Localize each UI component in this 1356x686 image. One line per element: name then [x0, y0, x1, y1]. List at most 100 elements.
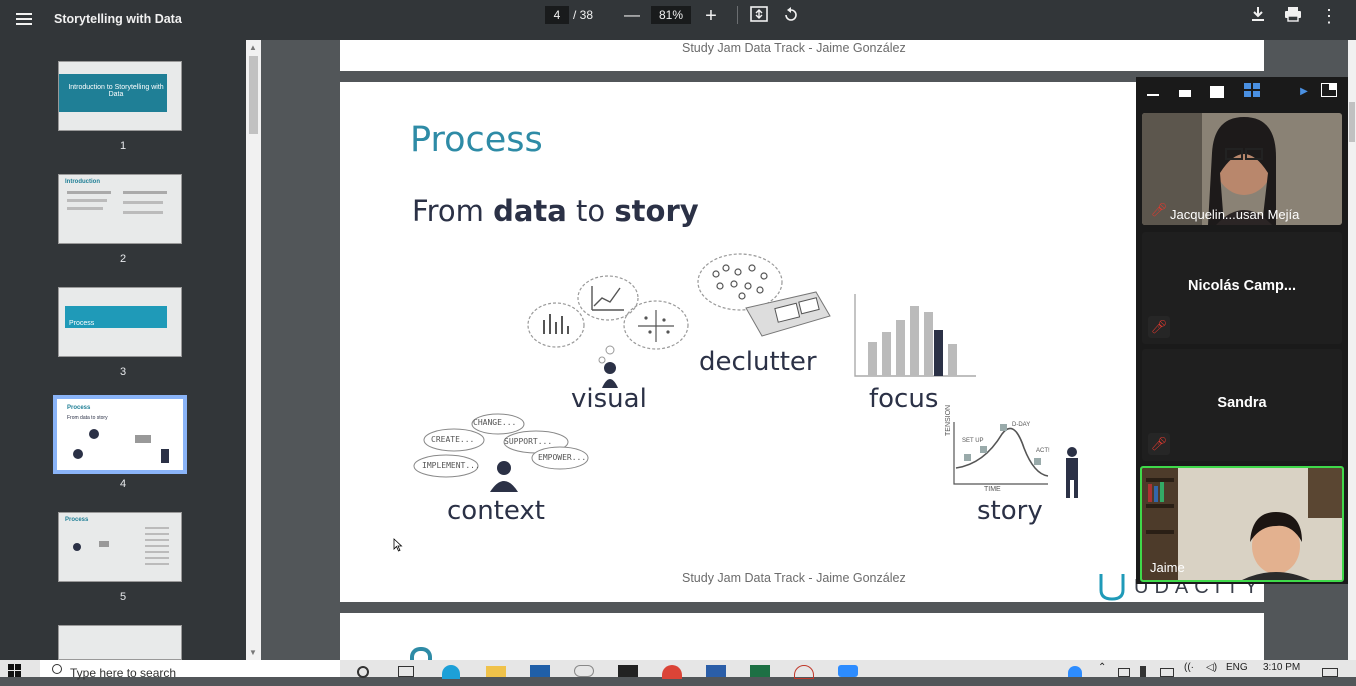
excel-icon[interactable] — [750, 665, 770, 677]
story-label: story — [977, 496, 1043, 526]
thumbnail-number: 5 — [119, 591, 127, 603]
page-total: / 38 — [573, 8, 594, 22]
volume-icon[interactable]: ◁) — [1206, 662, 1217, 673]
bubble-implement: IMPLEMENT... — [422, 461, 480, 470]
menu-icon[interactable] — [14, 10, 34, 30]
search-icon — [52, 664, 62, 674]
minimize-icon[interactable] — [1144, 83, 1162, 101]
cortana-icon[interactable] — [357, 666, 369, 678]
bubble-support: SUPPORT... — [504, 437, 553, 446]
gallery-view-icon[interactable] — [1242, 83, 1262, 101]
zoom-in-icon[interactable]: + — [699, 6, 723, 26]
mail-icon[interactable] — [530, 665, 550, 677]
thumbnail-page-5[interactable]: Process — [58, 512, 182, 582]
notifications-icon[interactable] — [1322, 668, 1338, 677]
pdf-page-3: Study Jam Data Track - Jaime González — [340, 40, 1264, 71]
thumbnail-page-6[interactable] — [58, 625, 182, 660]
dropbox-icon[interactable] — [574, 665, 594, 677]
sidebar-scrollbar[interactable]: ▲ ▼ — [246, 40, 261, 660]
thumbnail-page-1[interactable]: Introduction to Storytelling with Data — [58, 61, 182, 131]
video-call-panel: ▶ 🎤︎ Jacquelin...usan Mejía Nicolás Camp… — [1136, 77, 1348, 584]
participant-tile-3[interactable]: Sandra 🎤︎ — [1142, 349, 1342, 461]
pdf-toolbar: Storytelling with Data 4 / 38 — 81% + ⋮ — [0, 0, 1356, 40]
thumbnail-page-4[interactable]: Process From data to story — [53, 395, 187, 474]
language-indicator[interactable]: ENG — [1226, 662, 1248, 673]
rotate-icon[interactable] — [779, 6, 803, 26]
speaker-view-icon[interactable] — [1208, 83, 1226, 101]
fit-page-icon[interactable] — [747, 6, 771, 26]
tray-display-icon[interactable] — [1160, 668, 1174, 677]
thumbnail-number: 4 — [119, 478, 127, 490]
participant-tile-1[interactable]: 🎤︎ Jacquelin...usan Mejía — [1142, 113, 1342, 225]
zoom-app-icon[interactable] — [838, 665, 858, 677]
participant-tile-4-active-speaker[interactable]: Jaime — [1140, 466, 1344, 582]
participant-name: Sandra — [1217, 395, 1267, 411]
zoom-out-icon[interactable]: — — [620, 6, 644, 26]
print-icon[interactable] — [1281, 6, 1305, 26]
muted-mic-icon: 🎤︎ — [1148, 316, 1170, 338]
next-page-icon[interactable]: ▶ — [1296, 83, 1312, 101]
file-explorer-icon[interactable] — [486, 666, 506, 677]
participant-name: Jaime — [1150, 560, 1185, 575]
app-icon[interactable] — [706, 665, 726, 677]
thumbnail-number: 2 — [119, 253, 127, 265]
thumbnail-number: 3 — [119, 366, 127, 378]
muted-mic-icon: 🎤︎ — [1150, 202, 1168, 217]
document-title: Storytelling with Data — [54, 12, 182, 26]
clock-time[interactable]: 3:10 PM — [1263, 662, 1300, 673]
thumbnail-title: Process — [67, 405, 91, 411]
more-icon[interactable]: ⋮ — [1317, 6, 1341, 26]
scroll-up-icon[interactable]: ▲ — [249, 43, 257, 52]
bubble-change: CHANGE... — [473, 418, 517, 427]
participant-name: Nicolás Camp... — [1188, 278, 1296, 294]
thumbnail-page-2[interactable]: Introduction — [58, 174, 182, 244]
story-axis-tension: TENSION — [945, 404, 952, 436]
declutter-label: declutter — [699, 347, 817, 377]
focus-bar-chart-illustration — [854, 294, 976, 377]
document-scrollbar[interactable] — [1348, 40, 1356, 660]
page-footer: Study Jam Data Track - Jaime González — [682, 41, 906, 55]
thumbnail-view-icon[interactable] — [1176, 83, 1194, 101]
muted-mic-icon: 🎤︎ — [1148, 433, 1170, 455]
tray-battery-icon[interactable] — [1140, 666, 1146, 677]
pdf-page-4: Process From data to story visual declut… — [340, 82, 1264, 602]
zoom-input[interactable]: 81% — [651, 6, 691, 24]
tray-overflow-icon[interactable]: ⌃ — [1098, 662, 1106, 673]
bubble-empower: EMPOWER... — [538, 453, 587, 462]
tray-zoom-icon[interactable] — [1068, 666, 1082, 677]
participant-name: Jacquelin...usan Mejía — [1170, 207, 1300, 222]
document-scrollbar-thumb[interactable] — [1349, 102, 1355, 142]
wifi-icon[interactable]: ((· — [1184, 662, 1194, 673]
thumbnail-title: Process — [65, 517, 89, 523]
pdf-page-5 — [340, 613, 1264, 660]
thumbnail-page-3[interactable]: Process — [58, 287, 182, 357]
download-icon[interactable] — [1246, 6, 1270, 26]
amazon-icon[interactable] — [618, 665, 638, 677]
visual-label: visual — [571, 384, 647, 414]
participant-tile-2[interactable]: Nicolás Camp... 🎤︎ — [1142, 232, 1342, 344]
thumbnail-title: Process — [69, 320, 95, 327]
scroll-down-icon[interactable]: ▼ — [249, 648, 257, 657]
thumbnail-number: 1 — [119, 140, 127, 152]
story-axis-time: TIME — [984, 486, 1001, 493]
windows-taskbar: Type here to search ⌃ ((· ◁) ENG 3:10 PM — [0, 660, 1356, 680]
visual-thought-clouds-illustration — [527, 275, 689, 388]
story-setup-label: SET UP — [962, 438, 984, 444]
page-footer: Study Jam Data Track - Jaime González — [682, 571, 906, 585]
page-number-input[interactable]: 4 — [545, 6, 569, 24]
story-dday-label: D-DAY — [1012, 422, 1031, 428]
focus-label: focus — [869, 384, 939, 414]
context-label: context — [447, 496, 545, 526]
thumbnail-title: Introduction — [65, 179, 100, 185]
sidebar-scrollbar-thumb[interactable] — [249, 56, 258, 134]
task-view-icon[interactable] — [398, 666, 414, 677]
search-placeholder: Type here to search — [70, 666, 177, 680]
toolbar-divider — [737, 6, 738, 24]
tray-device-icon[interactable] — [1118, 668, 1130, 677]
bubble-create: CREATE... — [431, 435, 475, 444]
exit-fullscreen-icon[interactable] — [1320, 83, 1338, 101]
slide-subtitle: From data to story — [412, 194, 699, 228]
windows-start-icon[interactable] — [8, 664, 22, 677]
taskbar-search-input[interactable]: Type here to search — [40, 660, 340, 680]
thumbnail-subtitle: From data to story — [67, 415, 108, 421]
